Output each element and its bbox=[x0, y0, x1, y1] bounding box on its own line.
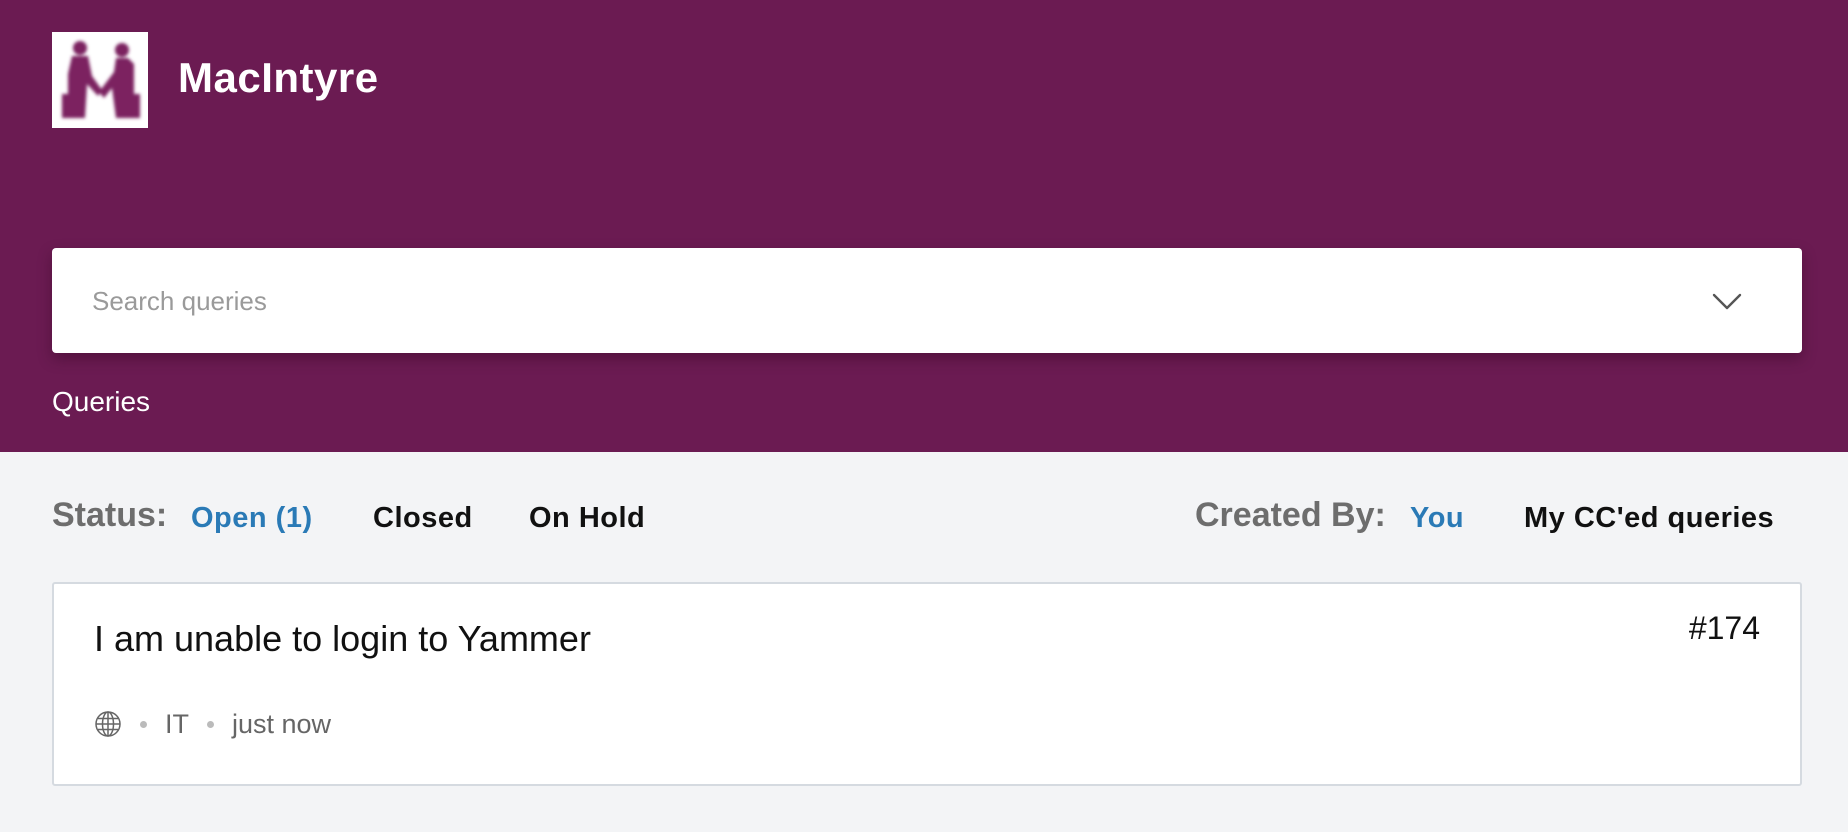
globe-icon bbox=[95, 711, 121, 737]
query-time: just now bbox=[232, 708, 332, 739]
section-title: Queries bbox=[52, 386, 151, 417]
search-bar[interactable] bbox=[52, 248, 1802, 353]
created-by-filter-label: Created By: bbox=[1195, 496, 1386, 534]
header-banner: MacIntyre Queries bbox=[0, 0, 1848, 452]
filter-bar: Status: Open (1) Closed On Hold Created … bbox=[52, 492, 1802, 542]
status-filter-on-hold[interactable]: On Hold bbox=[529, 502, 645, 535]
separator-dot bbox=[140, 720, 147, 728]
query-card[interactable]: I am unable to login to Yammer #174 IT j… bbox=[52, 582, 1802, 786]
query-id: #174 bbox=[1688, 610, 1760, 646]
query-category: IT bbox=[165, 708, 189, 739]
status-filter-label: Status: bbox=[52, 496, 168, 534]
created-by-filter-cced[interactable]: My CC'ed queries bbox=[1524, 502, 1774, 535]
status-filter-closed[interactable]: Closed bbox=[373, 502, 473, 535]
separator-dot bbox=[207, 720, 214, 728]
chevron-down-icon[interactable] bbox=[1710, 284, 1744, 318]
app-title: MacIntyre bbox=[178, 54, 379, 101]
status-filter-open[interactable]: Open (1) bbox=[191, 502, 313, 535]
handshake-logo-icon bbox=[62, 41, 140, 118]
search-input[interactable] bbox=[92, 276, 1652, 326]
logo-image bbox=[52, 32, 148, 128]
query-meta: IT just now bbox=[94, 706, 331, 742]
created-by-filter-you[interactable]: You bbox=[1410, 502, 1464, 535]
query-title[interactable]: I am unable to login to Yammer bbox=[94, 618, 591, 660]
